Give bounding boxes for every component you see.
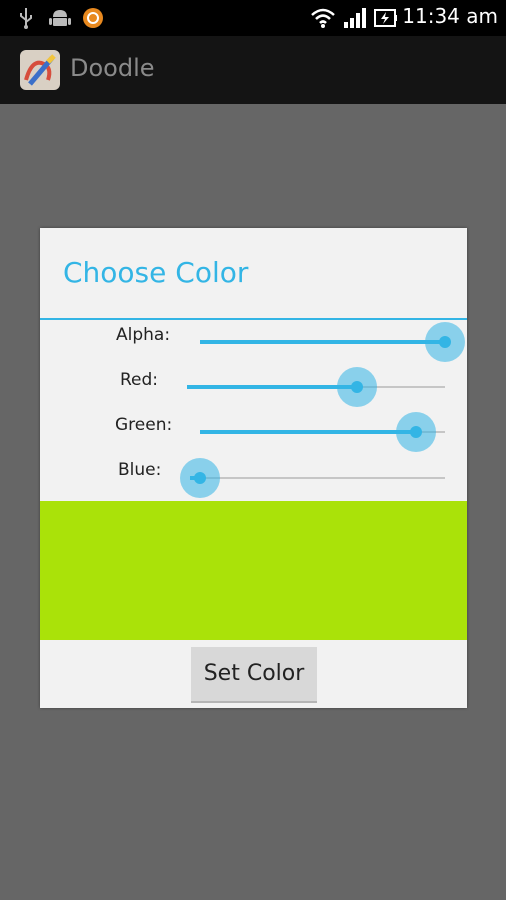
signal-icon xyxy=(344,8,366,28)
blue-label: Blue: xyxy=(118,460,162,480)
red-slider-thumb[interactable] xyxy=(337,367,377,407)
red-thumb-dot xyxy=(351,381,363,393)
usb-icon xyxy=(20,8,32,29)
action-bar: Doodle xyxy=(0,36,506,104)
alpha-label: Alpha: xyxy=(116,325,171,345)
red-slider[interactable] xyxy=(187,367,445,407)
notification-app-icon xyxy=(83,8,103,28)
green-slider-fill xyxy=(200,430,416,434)
blue-slider[interactable] xyxy=(180,458,445,498)
choose-color-dialog: Choose Color Alpha: Red: Green: Blue: Se… xyxy=(40,228,467,708)
color-preview xyxy=(40,501,467,640)
set-color-button[interactable]: Set Color xyxy=(191,647,317,703)
blue-slider-thumb[interactable] xyxy=(180,458,220,498)
app-title: Doodle xyxy=(70,54,155,82)
battery-charging-icon xyxy=(374,9,397,27)
status-time: 11:34 am xyxy=(402,4,498,28)
red-label: Red: xyxy=(120,370,159,390)
status-bar: 11:34 am xyxy=(0,0,506,36)
dialog-title: Choose Color xyxy=(63,256,249,289)
alpha-slider[interactable] xyxy=(200,322,465,362)
green-slider[interactable] xyxy=(200,412,445,452)
wifi-icon xyxy=(311,8,335,28)
green-slider-thumb[interactable] xyxy=(396,412,436,452)
alpha-slider-fill xyxy=(200,340,445,344)
android-debug-icon xyxy=(49,10,71,26)
title-divider xyxy=(40,318,467,320)
green-thumb-dot xyxy=(410,426,422,438)
red-slider-fill xyxy=(187,385,357,389)
alpha-thumb-dot xyxy=(439,336,451,348)
doodle-app-icon[interactable] xyxy=(18,48,62,92)
alpha-slider-thumb[interactable] xyxy=(425,322,465,362)
green-label: Green: xyxy=(115,415,173,435)
blue-thumb-dot xyxy=(194,472,206,484)
